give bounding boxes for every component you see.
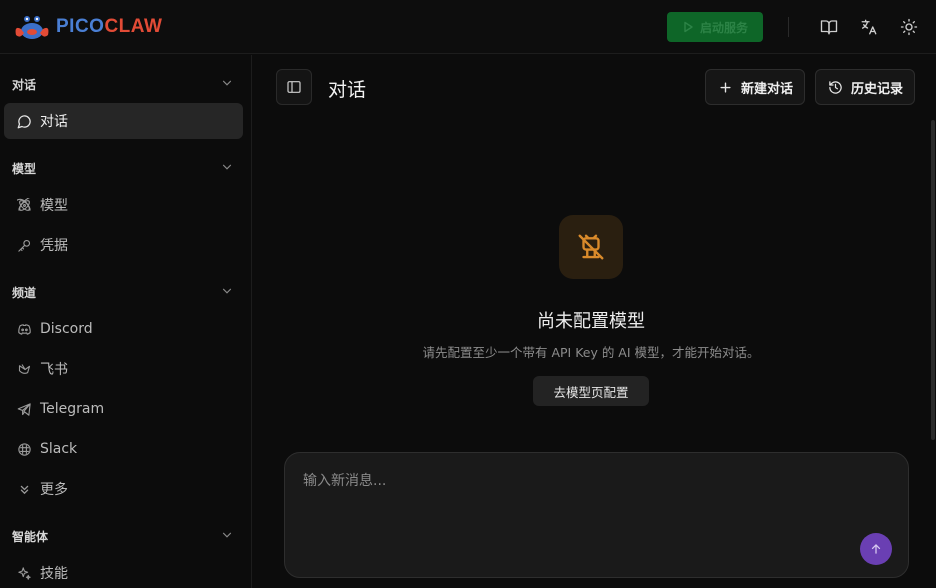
plus-icon: [717, 79, 733, 95]
empty-state-description: 请先配置至少一个带有 API Key 的 AI 模型，才能开始对话。: [422, 345, 760, 360]
theme-toggle-button[interactable]: [899, 17, 919, 37]
sidebar-item-label: 技能: [40, 566, 68, 582]
sun-icon: [900, 18, 918, 36]
sidebar-item-label: Telegram: [40, 401, 105, 417]
sidebar-section-agents-title: 智能体: [12, 530, 49, 544]
sidebar-item-feishu[interactable]: 飞书: [4, 351, 243, 387]
sidebar-item-label: Slack: [40, 441, 78, 457]
history-button[interactable]: 历史记录: [815, 69, 916, 105]
sidebar-item-label: 模型: [40, 198, 68, 214]
logo-pico-text: PICO: [56, 16, 105, 37]
key-icon: [16, 237, 32, 253]
sidebar-item-chat[interactable]: 对话: [4, 103, 243, 139]
chat-icon: [16, 113, 32, 129]
chevron-down-icon[interactable]: [220, 528, 234, 542]
page-title: 对话: [328, 79, 367, 101]
discord-icon: [16, 321, 32, 337]
toggle-sidebar-button[interactable]: [276, 69, 312, 105]
translate-icon: [861, 19, 877, 35]
model-unavailable-icon: [559, 215, 623, 279]
start-service-label: 启动服务: [699, 20, 748, 35]
sidebar-item-slack[interactable]: Slack: [4, 431, 243, 467]
sidebar-item-skills[interactable]: 技能: [4, 555, 243, 588]
sparkles-icon: [16, 565, 32, 581]
feishu-icon: [16, 361, 32, 377]
send-button[interactable]: [860, 533, 892, 565]
docs-button[interactable]: [819, 17, 839, 37]
sidebar-item-discord[interactable]: Discord: [4, 311, 243, 347]
top-bar: PICOCLAW 启动服务: [0, 0, 936, 54]
sidebar-item-label: 凭据: [40, 238, 68, 254]
logo-mascot-icon: [15, 16, 49, 39]
sidebar-section-channels-title: 频道: [12, 286, 37, 300]
history-label: 历史记录: [851, 81, 904, 97]
message-composer: [284, 452, 909, 578]
sidebar-section-chat-title: 对话: [12, 78, 37, 92]
play-icon: [684, 21, 693, 33]
slack-icon: [16, 441, 32, 457]
model-icon: [16, 197, 32, 213]
sidebar-item-model[interactable]: 模型: [4, 187, 243, 223]
sidebar: 对话 对话 模型 模型 凭据 频道 Discord 飞书 Telegram Sl…: [0, 55, 252, 588]
chevron-down-icon[interactable]: [220, 160, 234, 174]
sidebar-item-label: 对话: [40, 114, 68, 130]
go-configure-model-button[interactable]: 去模型页配置: [533, 376, 649, 406]
main-scrollbar[interactable]: [931, 120, 935, 440]
history-icon: [827, 79, 843, 95]
sidebar-item-label: Discord: [40, 321, 93, 337]
sidebar-item-label: 更多: [40, 482, 68, 498]
new-chat-button[interactable]: 新建对话: [705, 69, 806, 105]
book-icon: [820, 20, 838, 35]
chevron-down-icon[interactable]: [220, 284, 234, 298]
app-logo[interactable]: PICOCLAW: [12, 10, 162, 44]
logo-text: PICOCLAW: [56, 16, 162, 38]
empty-state-title: 尚未配置模型: [537, 311, 645, 332]
arrow-up-icon: [871, 544, 881, 554]
sidebar-item-telegram[interactable]: Telegram: [4, 391, 243, 427]
logo-claw-text: CLAW: [104, 16, 163, 37]
language-button[interactable]: [859, 17, 879, 37]
sidebar-panel-icon: [287, 81, 301, 93]
sidebar-section-model-title: 模型: [12, 162, 37, 176]
sidebar-item-label: 飞书: [40, 362, 68, 378]
start-service-button[interactable]: 启动服务: [667, 12, 763, 42]
sidebar-item-more[interactable]: 更多: [4, 471, 243, 507]
telegram-icon: [16, 401, 32, 417]
new-chat-label: 新建对话: [741, 81, 794, 97]
top-divider: [788, 17, 789, 37]
chevrons-down-icon: [16, 481, 32, 497]
main-panel: 对话 新建对话 历史记录 尚未配置模型 请先配置至少一个带有 API Key 的…: [253, 55, 936, 588]
message-input[interactable]: [303, 469, 863, 493]
chevron-down-icon[interactable]: [220, 76, 234, 90]
sidebar-item-credentials[interactable]: 凭据: [4, 227, 243, 263]
